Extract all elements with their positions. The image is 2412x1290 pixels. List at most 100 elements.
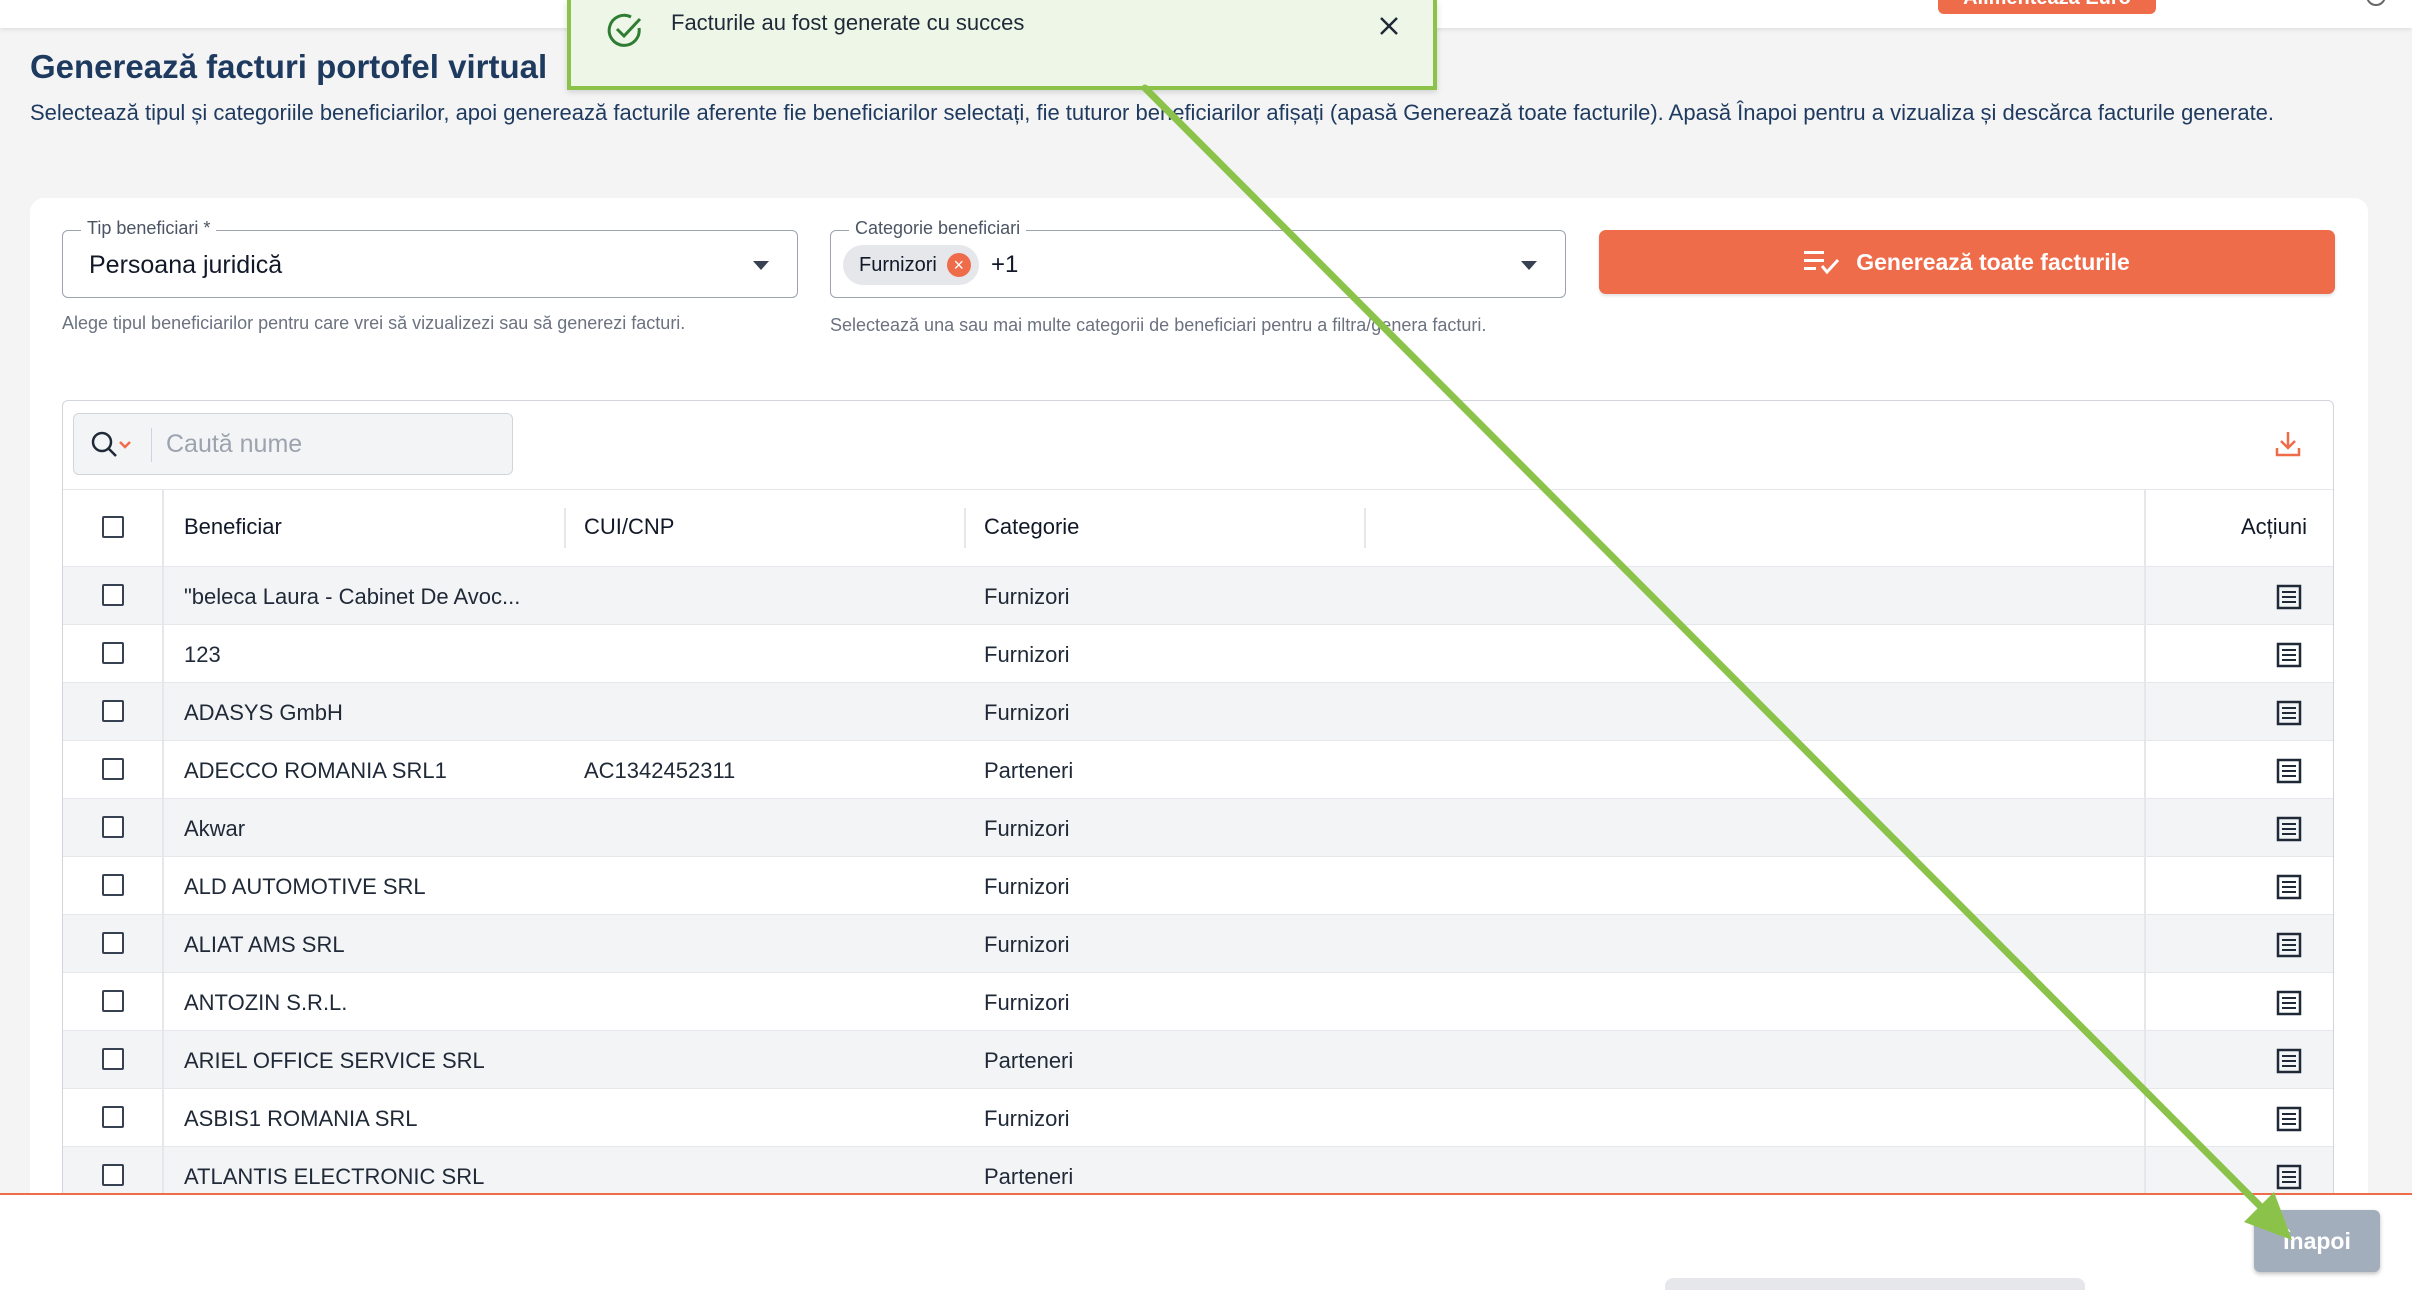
top-action-button[interactable]: Alimentează Euro xyxy=(1938,0,2156,14)
table-row[interactable]: ADECCO ROMANIA SRL1 AC1342452311 Partene… xyxy=(63,741,2333,799)
chevron-down-icon[interactable] xyxy=(753,261,769,270)
column-divider xyxy=(162,567,164,624)
remove-chip-icon[interactable]: × xyxy=(946,253,971,277)
row-checkbox[interactable] xyxy=(102,700,124,722)
category-chip[interactable]: Furnizori × xyxy=(843,245,979,285)
beneficiary-name: ATLANTIS ELECTRONIC SRL xyxy=(184,1164,485,1189)
column-header-beneficiary[interactable]: Beneficiar xyxy=(184,514,282,540)
column-divider xyxy=(2144,857,2146,914)
column-divider xyxy=(162,915,164,972)
beneficiary-category: Furnizori xyxy=(984,874,1070,899)
table-row[interactable]: ARIEL OFFICE SERVICE SRL Parteneri xyxy=(63,1031,2333,1089)
invoice-list-icon[interactable] xyxy=(2276,642,2302,668)
column-header-actions: Acțiuni xyxy=(2241,514,2308,539)
generate-all-label: Generează toate facturile xyxy=(1856,248,2130,275)
row-checkbox[interactable] xyxy=(102,1164,124,1186)
row-checkbox[interactable] xyxy=(102,642,124,664)
category-chip-label: Furnizori xyxy=(859,254,937,276)
invoice-list-icon[interactable] xyxy=(2276,874,2302,900)
table-row[interactable]: ASBIS1 ROMANIA SRL Furnizori xyxy=(63,1089,2333,1147)
column-resize-handle[interactable] xyxy=(564,508,566,548)
column-divider xyxy=(2144,1031,2146,1088)
column-divider xyxy=(162,973,164,1030)
column-divider xyxy=(162,683,164,740)
invoice-list-icon[interactable] xyxy=(2276,584,2302,610)
column-resize-handle[interactable] xyxy=(1364,508,1366,548)
search-icon[interactable] xyxy=(90,430,140,460)
table-row[interactable]: ANTOZIN S.R.L. Furnizori xyxy=(63,973,2333,1031)
column-header-cui[interactable]: CUI/CNP xyxy=(584,514,674,540)
row-checkbox[interactable] xyxy=(102,1106,124,1128)
beneficiary-category: Furnizori xyxy=(984,584,1070,609)
row-checkbox[interactable] xyxy=(102,816,124,838)
beneficiary-type-helper: Alege tipul beneficiarilor pentru care v… xyxy=(62,313,686,333)
beneficiary-category: Furnizori xyxy=(984,1106,1070,1131)
column-divider xyxy=(2144,799,2146,856)
table-row[interactable]: ADASYS GmbH Furnizori xyxy=(63,683,2333,741)
close-icon[interactable] xyxy=(1377,14,1401,38)
column-divider xyxy=(162,1089,164,1146)
beneficiary-name: ASBIS1 ROMANIA SRL xyxy=(184,1106,418,1131)
invoice-list-icon[interactable] xyxy=(2276,758,2302,784)
beneficiary-type-select[interactable]: Tip beneficiari * Persoana juridică xyxy=(62,218,798,298)
table-row[interactable]: ALD AUTOMOTIVE SRL Furnizori xyxy=(63,857,2333,915)
row-checkbox[interactable] xyxy=(102,874,124,896)
more-categories-count: +1 xyxy=(991,251,1019,278)
beneficiary-name: ADECCO ROMANIA SRL1 xyxy=(184,758,447,783)
beneficiary-name: ARIEL OFFICE SERVICE SRL xyxy=(184,1048,485,1073)
search-input[interactable] xyxy=(166,426,496,462)
invoice-list-icon[interactable] xyxy=(2276,816,2302,842)
download-icon[interactable] xyxy=(2273,429,2303,459)
row-checkbox[interactable] xyxy=(102,758,124,780)
row-checkbox[interactable] xyxy=(102,990,124,1012)
beneficiary-type-label: Tip beneficiari * xyxy=(81,218,217,239)
search-separator xyxy=(151,428,152,462)
beneficiary-name: 123 xyxy=(184,642,221,667)
table-row[interactable]: ALIAT AMS SRL Furnizori xyxy=(63,915,2333,973)
table-row[interactable]: Akwar Furnizori xyxy=(63,799,2333,857)
invoice-list-icon[interactable] xyxy=(2276,990,2302,1016)
column-divider xyxy=(162,741,164,798)
invoice-list-icon[interactable] xyxy=(2276,700,2302,726)
table-header: Beneficiar CUI/CNP Categorie Acțiuni xyxy=(63,489,2333,567)
column-resize-handle[interactable] xyxy=(964,508,966,548)
user-avatar-icon[interactable] xyxy=(2366,0,2386,6)
column-divider xyxy=(162,799,164,856)
invoice-list-icon[interactable] xyxy=(2276,1164,2302,1190)
column-divider xyxy=(2144,683,2146,740)
beneficiary-cui: AC1342452311 xyxy=(584,758,736,783)
column-divider xyxy=(2144,1089,2146,1146)
row-checkbox[interactable] xyxy=(102,584,124,606)
beneficiary-name: ADASYS GmbH xyxy=(184,700,343,725)
beneficiary-type-value: Persoana juridică xyxy=(89,251,283,279)
row-checkbox[interactable] xyxy=(102,932,124,954)
beneficiary-name: ALIAT AMS SRL xyxy=(184,932,345,957)
column-divider xyxy=(162,625,164,682)
beneficiary-name: ALD AUTOMOTIVE SRL xyxy=(184,874,426,899)
invoice-list-icon[interactable] xyxy=(2276,1048,2302,1074)
column-divider xyxy=(2144,625,2146,682)
beneficiary-category: Furnizori xyxy=(984,816,1070,841)
beneficiary-category-label: Categorie beneficiari xyxy=(849,218,1027,239)
column-divider xyxy=(2144,915,2146,972)
chevron-down-icon[interactable] xyxy=(1521,261,1537,270)
invoice-list-icon[interactable] xyxy=(2276,1106,2302,1132)
generate-all-invoices-button[interactable]: Generează toate facturile xyxy=(1599,230,2335,294)
table-row[interactable]: 123 Furnizori xyxy=(63,625,2333,683)
row-checkbox[interactable] xyxy=(102,1048,124,1070)
search-box[interactable] xyxy=(73,413,513,475)
playlist-check-icon xyxy=(1804,251,1840,275)
beneficiary-category-select[interactable]: Categorie beneficiari Furnizori × +1 xyxy=(830,218,1566,298)
table-row[interactable]: "beleca Laura - Cabinet De Avoc... Furni… xyxy=(63,567,2333,625)
select-all-checkbox[interactable] xyxy=(102,516,124,538)
beneficiary-name: Akwar xyxy=(184,816,246,841)
check-circle-icon xyxy=(607,13,642,47)
column-header-category[interactable]: Categorie xyxy=(984,514,1079,540)
beneficiary-category: Furnizori xyxy=(984,642,1070,667)
invoice-list-icon[interactable] xyxy=(2276,932,2302,958)
column-divider xyxy=(2144,741,2146,798)
column-divider xyxy=(162,857,164,914)
beneficiary-category: Parteneri xyxy=(984,758,1074,783)
bottom-bar-handle xyxy=(1665,1278,2085,1290)
back-button[interactable]: Înapoi xyxy=(2254,1210,2380,1272)
